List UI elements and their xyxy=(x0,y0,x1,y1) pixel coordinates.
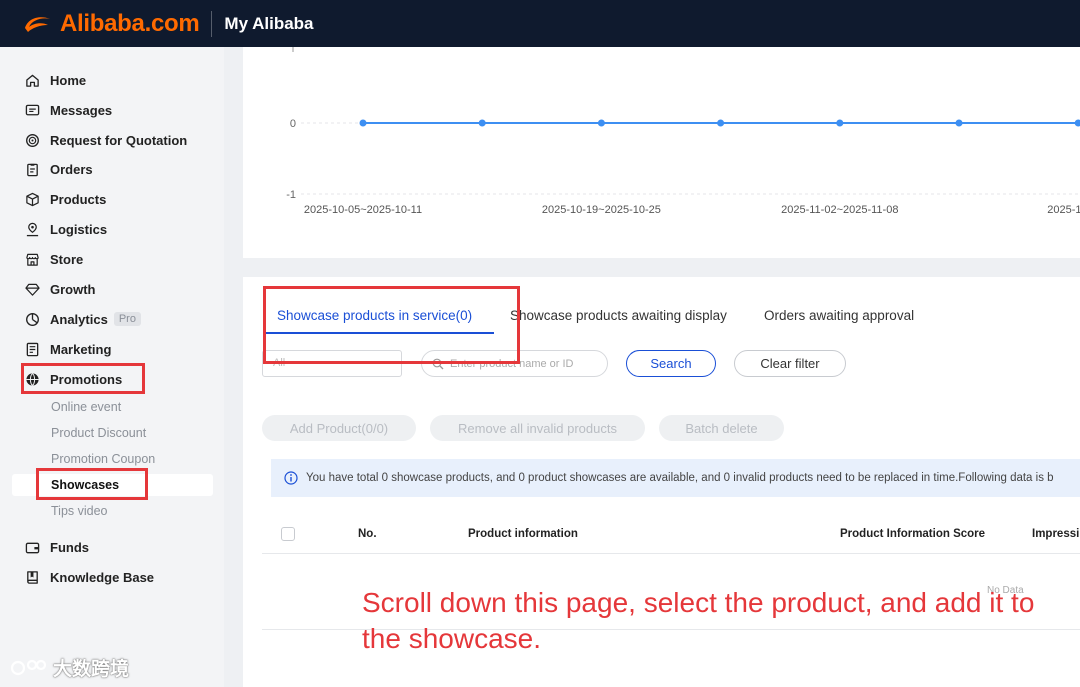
sidebar-item-label: Growth xyxy=(50,281,96,297)
data-point[interactable] xyxy=(478,119,486,127)
sidebar-item-label: Orders xyxy=(50,161,93,177)
sidebar-subitem-online-event[interactable]: Online event xyxy=(51,400,121,414)
select-all-checkbox[interactable] xyxy=(281,527,295,541)
marketing-icon xyxy=(24,341,40,357)
watermark-logo-icon xyxy=(10,659,47,675)
x-tick-label: 2025-11-02~2025-11-08 xyxy=(781,204,898,216)
sidebar-item-label: Marketing xyxy=(50,341,112,357)
column-header-score: Product Information Score xyxy=(840,528,986,540)
message-icon xyxy=(24,102,40,118)
sidebar-item-label: Logistics xyxy=(50,221,108,237)
x-tick-label: 2025-10-05~2025-10-11 xyxy=(304,204,422,216)
sidebar-item-growth[interactable]: Growth xyxy=(24,279,96,299)
column-header-impressions: Impressi xyxy=(1032,528,1080,540)
x-tick-label: 2025-10-19~2025-10-25 xyxy=(542,204,661,216)
data-point[interactable] xyxy=(717,119,725,127)
data-point[interactable] xyxy=(955,119,963,127)
sidebar-item-marketing[interactable]: Marketing xyxy=(24,339,111,359)
annotation-box-tab xyxy=(263,286,520,364)
alibaba-logo[interactable]: Alibaba.com xyxy=(22,9,200,38)
diamond-icon xyxy=(24,281,40,297)
data-point[interactable] xyxy=(836,119,844,127)
batch-delete-button[interactable]: Batch delete xyxy=(659,415,784,441)
sidebar-item-messages[interactable]: Messages xyxy=(24,100,112,120)
wallet-icon xyxy=(24,539,40,555)
sidebar-item-label: Store xyxy=(50,251,84,267)
x-tick-label: 2025-11-16~ xyxy=(1047,204,1080,216)
box-icon xyxy=(24,191,40,207)
tab-awaiting-display[interactable]: Showcase products awaiting display xyxy=(510,308,727,323)
app-title[interactable]: My Alibaba xyxy=(224,14,313,34)
sidebar-item-orders[interactable]: Orders xyxy=(24,159,93,179)
truck-icon xyxy=(24,221,40,237)
sidebar-subitem-product-discount[interactable]: Product Discount xyxy=(51,426,146,440)
sidebar-item-funds[interactable]: Funds xyxy=(24,537,89,557)
data-point[interactable] xyxy=(597,119,605,127)
remove-invalid-button[interactable]: Remove all invalid products xyxy=(430,415,645,441)
search-button[interactable]: Search xyxy=(626,350,716,377)
header-divider xyxy=(211,10,213,37)
pro-badge: Pro xyxy=(113,312,141,326)
sidebar-item-products[interactable]: Products xyxy=(24,189,106,209)
sidebar-item-label: Products xyxy=(50,191,107,207)
annotation-box-promotions xyxy=(21,363,145,394)
sidebar-item-rfq[interactable]: Request for Quotation xyxy=(24,130,187,150)
sidebar-item-label: Analytics xyxy=(50,311,108,327)
sidebar-item-label: Knowledge Base xyxy=(50,569,155,585)
watermark-text: 大数跨境 xyxy=(53,659,130,680)
info-text: You have total 0 showcase products, and … xyxy=(306,472,1054,484)
clear-filter-button[interactable]: Clear filter xyxy=(734,350,846,377)
tab-orders-awaiting-approval[interactable]: Orders awaiting approval xyxy=(764,308,914,323)
data-point[interactable] xyxy=(1074,119,1080,127)
watermark: 大数跨境 xyxy=(8,654,129,681)
sidebar-item-home[interactable]: Home xyxy=(24,70,86,90)
instruction-annotation: Scroll down this page, select the produc… xyxy=(362,587,1035,654)
sidebar-item-label: Home xyxy=(50,72,87,88)
alibaba-logo-icon xyxy=(25,16,50,32)
sidebar-item-knowledge-base[interactable]: Knowledge Base xyxy=(24,567,154,587)
home-icon xyxy=(24,72,40,88)
store-icon xyxy=(24,251,40,267)
add-product-button[interactable]: Add Product(0/0) xyxy=(262,415,416,441)
sidebar-item-analytics[interactable]: Analytics Pro xyxy=(24,309,141,329)
annotation-box-showcases xyxy=(36,468,148,500)
top-bar: Alibaba.com My Alibaba xyxy=(0,0,1080,47)
logo-text: Alibaba.com xyxy=(60,9,200,37)
target-icon xyxy=(24,132,40,148)
analytics-icon xyxy=(24,311,40,327)
sidebar-item-label: Messages xyxy=(50,102,113,118)
y-tick-label: 0 xyxy=(290,118,296,130)
info-icon xyxy=(284,471,298,485)
sidebar-item-logistics[interactable]: Logistics xyxy=(24,219,107,239)
sidebar-item-label: Request for Quotation xyxy=(50,132,188,148)
table-header-divider xyxy=(262,553,1080,554)
sidebar-item-label: Funds xyxy=(50,539,89,555)
info-banner: You have total 0 showcase products, and … xyxy=(271,459,1080,497)
column-header-no: No. xyxy=(358,528,377,540)
sidebar-subitem-tips-video[interactable]: Tips video xyxy=(51,504,108,518)
column-header-product-information: Product information xyxy=(468,528,578,540)
data-point[interactable] xyxy=(359,119,367,127)
clipboard-icon xyxy=(24,161,40,177)
sidebar-item-store[interactable]: Store xyxy=(24,249,83,269)
sidebar-subitem-promotion-coupon[interactable]: Promotion Coupon xyxy=(51,452,155,466)
book-icon xyxy=(24,569,40,585)
y-tick-label: -1 xyxy=(286,189,296,201)
trend-chart: 2025-10-05~2025-10-11 2025-10-19~2025-10-… xyxy=(286,47,1080,216)
